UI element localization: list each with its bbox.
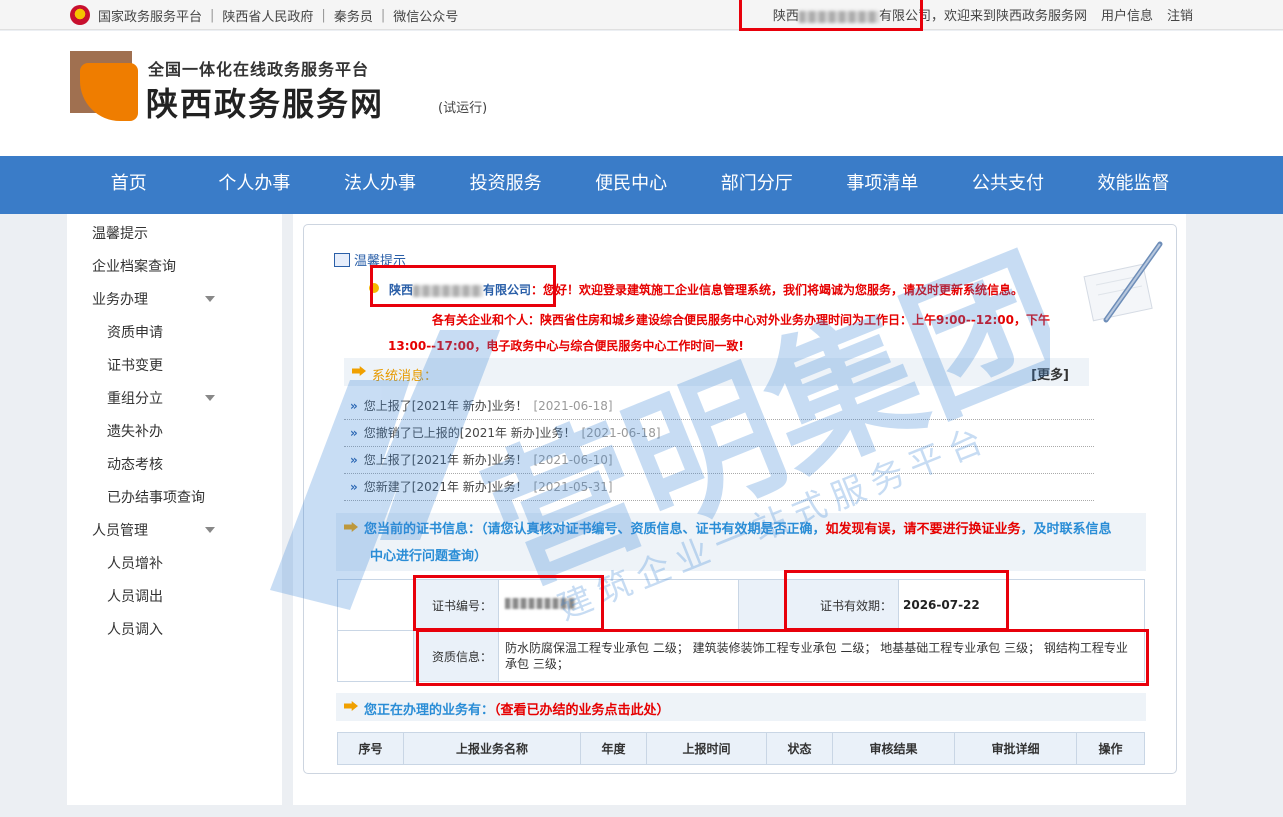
nav-convenience[interactable]: 便民中心 — [568, 156, 694, 214]
content-panel: 温馨提示 陕西 有限公司：您好！欢迎登录建筑施工企业信息管理系统，我们将竭诚为您服… — [303, 224, 1177, 774]
sidebar-item-personnel-out[interactable]: 人员调出 — [67, 585, 282, 618]
top-link-qinwuyuan[interactable]: 秦务员 — [334, 6, 373, 25]
office-hours-notice: 各有关企业和个人：陕西省住房和城乡建设综合便民服务中心对外业务办理时间为工作日：… — [388, 313, 1051, 353]
sidebar-item-business[interactable]: 业务办理 — [67, 288, 282, 321]
col-action: 操作 — [1076, 732, 1145, 765]
col-review-result: 审核结果 — [832, 732, 955, 765]
certificate-table: 证书编号： 证书有效期： 2026-07-22 资质信息： 防水防腐保温工程专业… — [337, 579, 1145, 682]
redacted-company-name — [798, 10, 879, 23]
nav-personal[interactable]: 个人办事 — [192, 156, 318, 214]
cert-number-label: 证书编号： — [413, 579, 499, 631]
arrow-right-icon — [352, 366, 366, 376]
col-index: 序号 — [337, 732, 404, 765]
redacted-company-name — [413, 284, 484, 297]
double-chevron-icon: » — [350, 453, 358, 467]
col-approval-detail: 审批详细 — [954, 732, 1077, 765]
business-header: 您正在办理的业务有：（查看已办结的业务点击此处） — [336, 693, 1146, 721]
caret-down-icon — [205, 296, 215, 302]
main-content: 温馨提示 陕西 有限公司：您好！欢迎登录建筑施工企业信息管理系统，我们将竭诚为您服… — [293, 214, 1186, 805]
nav-investment[interactable]: 投资服务 — [443, 156, 569, 214]
sidebar-item-restructure[interactable]: 重组分立 — [67, 387, 282, 420]
nav-payment[interactable]: 公共支付 — [945, 156, 1071, 214]
sidebar-item-tips[interactable]: 温馨提示 — [67, 222, 282, 255]
nav-departments[interactable]: 部门分厅 — [694, 156, 820, 214]
top-link-wechat[interactable]: 微信公众号 — [393, 6, 458, 25]
redacted-cert-number — [505, 598, 575, 609]
user-area: 陕西 有限公司，欢迎来到陕西政务服务网 用户信息 注销 — [773, 5, 1193, 24]
sidebar-item-archive[interactable]: 企业档案查询 — [67, 255, 282, 288]
sidebar-item-personnel-add[interactable]: 人员增补 — [67, 552, 282, 585]
sidebar-item-personnel-in[interactable]: 人员调入 — [67, 618, 282, 651]
sidebar-item-assessment[interactable]: 动态考核 — [67, 453, 282, 486]
welcome-message: 陕西 有限公司：您好！欢迎登录建筑施工企业信息管理系统，我们将竭诚为您服务，请及时… — [389, 283, 1024, 297]
list-item[interactable]: » 您撤销了已上报的[2021年 新办]业务！ [2021-06-18] — [344, 420, 1094, 447]
main-nav: 首页 个人办事 法人办事 投资服务 便民中心 部门分厅 事项清单 公共支付 效能… — [0, 156, 1283, 214]
certificate-header: 您当前的证书信息：（请您认真核对证书编号、资质信息、证书有效期是否正确，如发现有… — [336, 513, 1146, 571]
arrow-right-icon — [344, 701, 358, 711]
arrow-right-icon — [344, 522, 358, 532]
col-report-time: 上报时间 — [646, 732, 767, 765]
top-links: 国家政务服务平台 | 陕西省人民政府 | 秦务员 | 微信公众号 — [70, 5, 458, 25]
double-chevron-icon: » — [350, 399, 358, 413]
col-year: 年度 — [580, 732, 647, 765]
col-status: 状态 — [766, 732, 833, 765]
sidebar: 温馨提示 企业档案查询 业务办理 资质申请 证书变更 重组分立 遗失补办 动态考… — [67, 214, 282, 805]
cert-validity-label: 证书有效期： — [786, 579, 899, 631]
nav-legal[interactable]: 法人办事 — [317, 156, 443, 214]
system-messages-list: » 您上报了[2021年 新办]业务！ [2021-06-18] » 您撤销了已上报的… — [344, 393, 1094, 501]
bulb-icon — [369, 283, 379, 293]
tip-header: 温馨提示 — [334, 250, 406, 269]
sidebar-item-cert-change[interactable]: 证书变更 — [67, 354, 282, 387]
more-link[interactable]: [更多] — [1031, 364, 1069, 383]
qualification-label: 资质信息： — [413, 630, 499, 682]
nav-supervision[interactable]: 效能监督 — [1071, 156, 1197, 214]
national-emblem-icon — [70, 5, 90, 25]
sidebar-item-personnel[interactable]: 人员管理 — [67, 519, 282, 552]
sidebar-item-completed-query[interactable]: 已办结事项查询 — [67, 486, 282, 519]
trial-label: (试运行) — [438, 101, 488, 116]
list-item[interactable]: » 您上报了[2021年 新办]业务！ [2021-06-10] — [344, 447, 1094, 474]
completed-business-link[interactable]: （查看已办结的业务点击此处） — [494, 703, 670, 718]
double-chevron-icon: » — [350, 480, 358, 494]
top-link-national[interactable]: 国家政务服务平台 — [98, 6, 202, 25]
site-logo-icon[interactable] — [70, 51, 140, 121]
cert-number-value — [498, 579, 739, 631]
welcome-text: 陕西 有限公司，欢迎来到陕西政务服务网 — [772, 9, 1087, 24]
site-title[interactable]: 陕西政务服务网 — [146, 79, 384, 125]
business-table: 序号 上报业务名称 年度 上报时间 状态 审核结果 审批详细 操作 — [337, 732, 1145, 765]
nav-item-list[interactable]: 事项清单 — [820, 156, 946, 214]
double-chevron-icon: » — [350, 426, 358, 440]
nav-home[interactable]: 首页 — [66, 156, 192, 214]
top-link-province[interactable]: 陕西省人民政府 — [222, 6, 313, 25]
caret-down-icon — [205, 395, 215, 401]
site-header: 全国一体化在线政务服务平台 陕西政务服务网 (试运行) — [0, 31, 1283, 156]
site-subtitle: 全国一体化在线政务服务平台 — [148, 60, 370, 79]
qualification-value: 防水防腐保温工程专业承包 二级； 建筑装修装饰工程专业承包 二级； 地基基础工程… — [498, 630, 1145, 682]
list-item[interactable]: » 您上报了[2021年 新办]业务！ [2021-06-18] — [344, 393, 1094, 420]
system-messages-header: 系统消息： [更多] — [344, 358, 1089, 386]
list-item[interactable]: » 您新建了[2021年 新办]业务！ [2021-05-31] — [344, 474, 1094, 501]
sidebar-item-qualification-apply[interactable]: 资质申请 — [67, 321, 282, 354]
user-info-link[interactable]: 用户信息 — [1101, 5, 1153, 24]
caret-down-icon — [205, 527, 215, 533]
sidebar-item-lost-reissue[interactable]: 遗失补办 — [67, 420, 282, 453]
col-business-name: 上报业务名称 — [403, 732, 581, 765]
top-bar: 国家政务服务平台 | 陕西省人民政府 | 秦务员 | 微信公众号 陕西 有限公司，… — [0, 0, 1283, 30]
pen-paper-icon — [1083, 241, 1163, 323]
logout-link[interactable]: 注销 — [1167, 5, 1193, 24]
cert-validity-value: 2026-07-22 — [898, 579, 1145, 631]
window-icon — [334, 252, 350, 267]
